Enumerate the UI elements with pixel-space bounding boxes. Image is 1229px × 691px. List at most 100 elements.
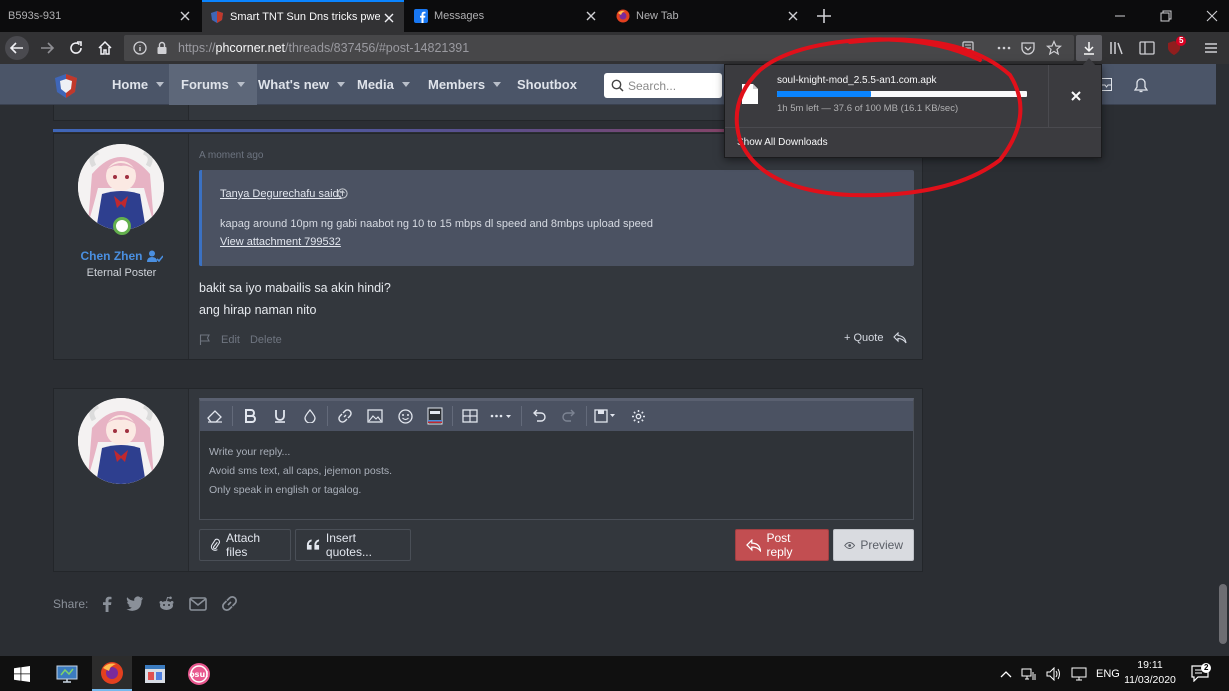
taskbar-clock[interactable]: 19:11 11/03/2020 [1124, 658, 1176, 688]
nav-shoutbox[interactable]: Shoutbox [505, 64, 589, 105]
taskbar-app-store[interactable] [135, 656, 175, 691]
display-icon[interactable] [1071, 667, 1087, 681]
tab-smart-tnt[interactable]: Smart TNT Sun Dns tricks pwede [202, 0, 404, 32]
site-info-icon[interactable] [132, 40, 148, 56]
forward-button[interactable] [35, 36, 59, 60]
redo-button[interactable] [554, 401, 584, 431]
taskbar-app-firefox[interactable] [92, 656, 132, 691]
quote-button[interactable]: + Quote [844, 332, 883, 344]
inbox-icon[interactable] [1101, 78, 1112, 91]
gif-icon [427, 407, 443, 425]
lock-icon[interactable] [154, 40, 170, 56]
pocket-icon[interactable] [1020, 40, 1036, 56]
post-username[interactable]: Chen Zhen [54, 249, 189, 263]
chevron-down-icon[interactable] [337, 82, 345, 87]
show-all-downloads-button[interactable]: Show All Downloads [725, 127, 1101, 158]
restore-icon[interactable] [1156, 6, 1176, 26]
nav-whats-new[interactable]: What's new [246, 64, 357, 105]
close-icon[interactable] [786, 9, 800, 23]
bookmark-star-icon[interactable] [1046, 40, 1062, 56]
language-indicator[interactable]: ENG [1096, 668, 1120, 680]
insert-link-button[interactable] [330, 401, 360, 431]
nav-label: Home [112, 77, 149, 92]
toolbar-separator [232, 406, 233, 426]
window-close-icon[interactable] [1202, 6, 1222, 26]
insert-table-button[interactable] [455, 401, 485, 431]
start-button[interactable] [2, 656, 42, 691]
tab-messages[interactable]: Messages [406, 0, 606, 32]
post-reply-label: Post reply [766, 531, 793, 559]
chevron-down-icon[interactable] [401, 82, 410, 87]
editor-settings-button[interactable] [623, 401, 653, 431]
url-bar[interactable]: https://phcorner.net/threads/837456/#pos… [124, 35, 1074, 61]
report-flag-icon[interactable] [199, 334, 211, 346]
volume-icon[interactable] [1046, 666, 1062, 681]
minimize-icon[interactable] [1110, 6, 1130, 26]
download-status: 1h 5m left — 37.6 of 100 MB (16.1 KB/sec… [777, 103, 959, 114]
go-to-quote-icon[interactable] [337, 188, 348, 199]
more-actions-icon[interactable] [996, 40, 1012, 56]
taskbar-app-osu[interactable]: osu! [179, 656, 219, 691]
post-body-line: ang hirap naman nito [199, 303, 317, 317]
taskbar-app-explorer[interactable] [47, 656, 87, 691]
reply-editor[interactable]: Write your reply... Avoid sms text, all … [199, 398, 914, 520]
phcorner-logo-icon[interactable] [52, 72, 80, 100]
close-icon[interactable] [178, 9, 192, 23]
insert-image-button[interactable] [360, 401, 390, 431]
home-button[interactable] [93, 36, 117, 60]
scrollbar-thumb[interactable] [1219, 584, 1227, 644]
back-button[interactable] [5, 36, 29, 60]
quote-author-link[interactable]: Tanya Degurechafu said: [220, 188, 342, 200]
page-scrollbar[interactable] [1216, 64, 1229, 656]
email-share-icon[interactable] [189, 596, 208, 611]
nav-media[interactable]: Media [345, 64, 422, 105]
chevron-down-icon[interactable] [493, 82, 502, 87]
nav-home[interactable]: Home [100, 64, 176, 105]
attach-files-button[interactable]: Attach files [199, 529, 291, 561]
post-reply-button[interactable]: Post reply [735, 529, 829, 561]
undo-button[interactable] [524, 401, 554, 431]
quote-attachment-link[interactable]: View attachment 799532 [220, 236, 341, 248]
close-icon[interactable] [584, 9, 598, 23]
bold-button[interactable] [235, 401, 265, 431]
reply-arrow-icon[interactable] [893, 332, 907, 344]
library-icon[interactable] [1108, 39, 1126, 57]
underline-button[interactable] [265, 401, 295, 431]
tab-b593s[interactable]: B593s-931 [0, 0, 200, 32]
smilies-button[interactable] [390, 401, 420, 431]
link-share-icon[interactable] [221, 595, 238, 612]
clear-formatting-button[interactable] [200, 401, 230, 431]
new-tab-plus-icon[interactable] [812, 4, 836, 28]
cancel-download-icon[interactable] [1067, 87, 1085, 105]
gif-button[interactable] [420, 401, 450, 431]
chevron-down-icon[interactable] [156, 82, 165, 87]
drafts-button[interactable] [589, 401, 623, 431]
insert-quotes-button[interactable]: Insert quotes... [295, 529, 411, 561]
reader-view-icon[interactable] [960, 40, 976, 56]
nav-members[interactable]: Members [416, 64, 513, 105]
tab-new-tab[interactable]: New Tab [608, 0, 808, 32]
twitter-share-icon[interactable] [126, 596, 144, 611]
nav-forums[interactable]: Forums [169, 64, 257, 105]
delete-link[interactable]: Delete [250, 334, 282, 346]
chevron-up-icon[interactable] [1000, 670, 1012, 678]
close-icon[interactable] [382, 11, 396, 25]
network-icon[interactable] [1021, 667, 1037, 681]
post-date[interactable]: A moment ago [199, 150, 263, 161]
download-item[interactable]: soul-knight-mod_2.5.5-an1.com.apk 1h 5m … [725, 65, 1101, 127]
sidebar-icon[interactable] [1138, 39, 1156, 57]
more-options-button[interactable] [485, 401, 519, 431]
hamburger-menu-icon[interactable] [1202, 39, 1220, 57]
avatar[interactable] [78, 398, 164, 484]
facebook-share-icon[interactable] [102, 596, 112, 612]
bell-icon[interactable] [1134, 78, 1148, 93]
search-input[interactable] [628, 78, 716, 93]
chevron-down-icon[interactable] [236, 82, 245, 87]
tab-title: Messages [434, 10, 485, 22]
reload-button[interactable] [64, 36, 88, 60]
text-color-button[interactable] [295, 401, 325, 431]
reddit-share-icon[interactable] [158, 596, 175, 611]
search-box[interactable] [604, 73, 722, 98]
edit-link[interactable]: Edit [221, 334, 240, 346]
preview-button[interactable]: Preview [833, 529, 914, 561]
